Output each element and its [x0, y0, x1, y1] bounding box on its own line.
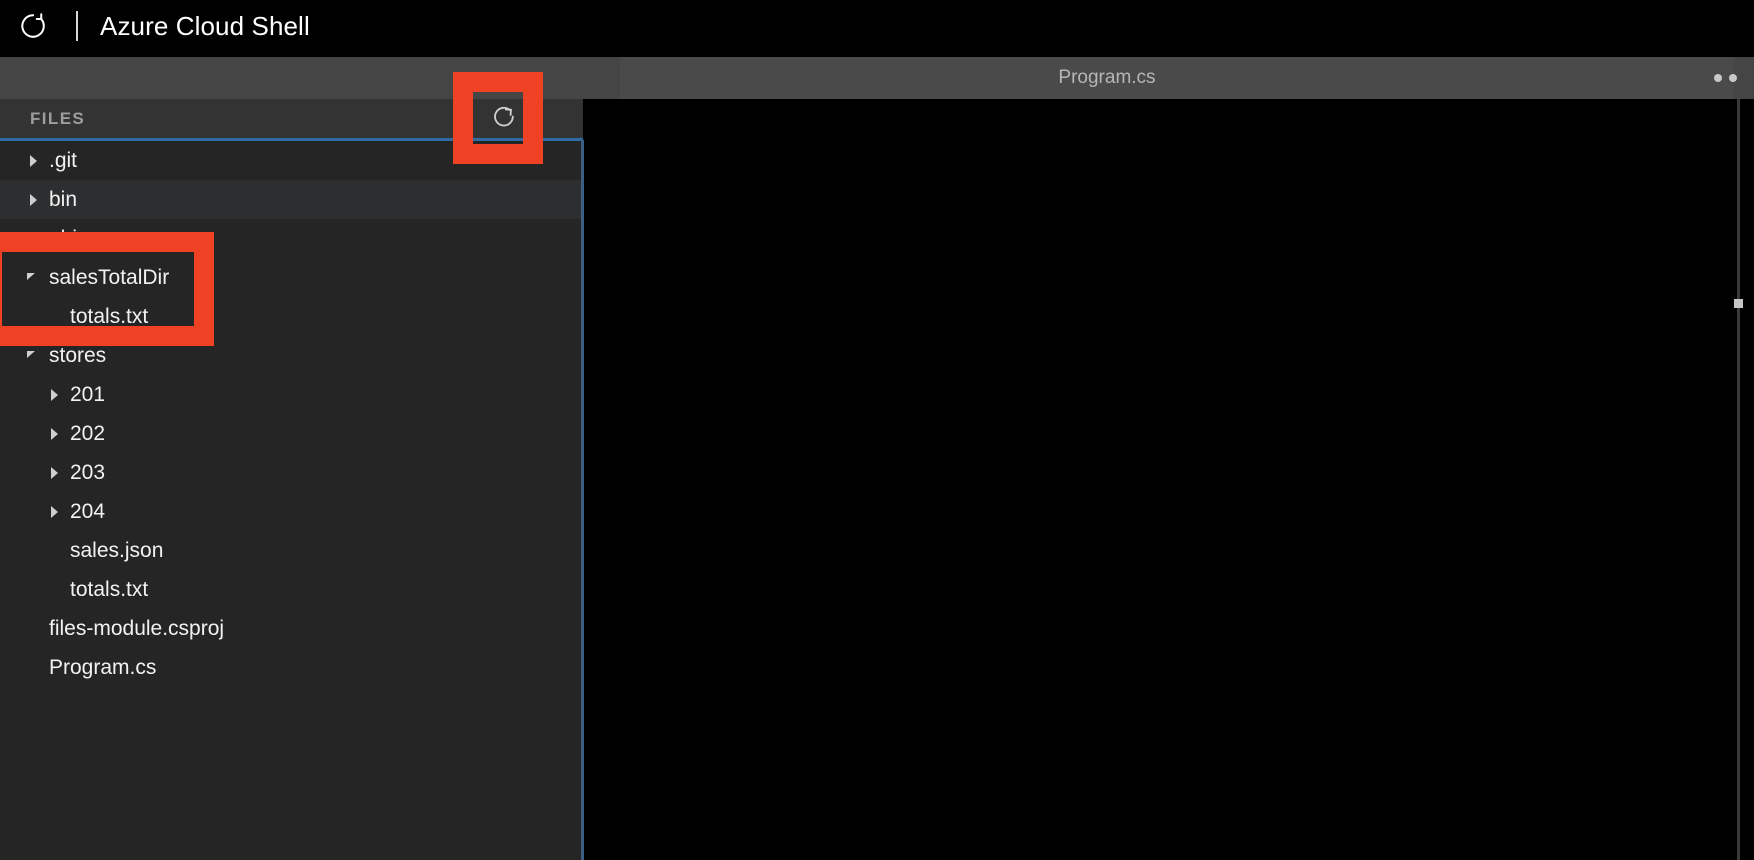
chevron-right-icon[interactable] — [27, 232, 41, 246]
title-separator — [76, 11, 78, 41]
tree-item-204[interactable]: 204 — [0, 492, 583, 531]
tree-item-label: Program.cs — [49, 655, 157, 679]
tree-item-totals-txt[interactable]: totals.txt — [0, 297, 583, 336]
tab-program-cs[interactable]: Program.cs — [620, 57, 1734, 99]
tree-item--git[interactable]: .git — [0, 141, 583, 180]
tree-item-203[interactable]: 203 — [0, 453, 583, 492]
chevron-right-icon[interactable] — [27, 193, 41, 207]
files-header: FILES — [0, 99, 583, 138]
chevron-right-icon[interactable] — [27, 154, 41, 168]
chevron-right-icon[interactable] — [48, 427, 62, 441]
tree-item-label: sales.json — [70, 538, 164, 562]
tree-item-totals-txt[interactable]: totals.txt — [0, 570, 583, 609]
ellipsis-more-icon — [1729, 74, 1737, 82]
tree-item-201[interactable]: 201 — [0, 375, 583, 414]
editor-scrollbar[interactable] — [1737, 99, 1740, 860]
tab-label: Program.cs — [1058, 67, 1156, 88]
chevron-down-icon[interactable] — [27, 349, 41, 363]
page-title: Azure Cloud Shell — [100, 10, 310, 41]
tree-item-202[interactable]: 202 — [0, 414, 583, 453]
tree-item-label: totals.txt — [70, 304, 149, 328]
tree-item-label: 202 — [70, 421, 106, 445]
editor-scroll-marker — [1734, 299, 1743, 308]
tree-item-files-module-csproj[interactable]: files-module.csproj — [0, 609, 583, 648]
file-tree: .git bin obj salesTotalDir totals.txt stores 2… — [0, 141, 583, 860]
tree-item-label: obj — [49, 226, 78, 250]
chevron-down-icon[interactable] — [27, 271, 41, 285]
ellipsis-more-icon — [1714, 74, 1722, 82]
title-bar: Azure Cloud Shell — [0, 0, 1754, 52]
files-header-label: FILES — [30, 108, 86, 128]
chevron-right-icon[interactable] — [48, 388, 62, 402]
refresh-icon — [491, 104, 517, 135]
more-actions-button[interactable] — [1714, 57, 1754, 99]
tree-item-label: bin — [49, 187, 78, 211]
tree-item-program-cs[interactable]: Program.cs — [0, 648, 583, 687]
tree-item-obj[interactable]: obj — [0, 219, 583, 258]
code-editor[interactable] — [620, 99, 1754, 860]
restart-button[interactable] — [10, 3, 56, 49]
tree-item-label: 201 — [70, 382, 106, 406]
refresh-button[interactable] — [487, 102, 521, 136]
tree-item-stores[interactable]: stores — [0, 336, 583, 375]
chevron-right-icon[interactable] — [48, 466, 62, 480]
tree-item-label: 203 — [70, 460, 106, 484]
tree-item-label: files-module.csproj — [49, 616, 225, 640]
sidebar-splitter[interactable] — [581, 140, 584, 860]
files-sidebar: FILES .git bin obj salesTotalDir totals.txt s… — [0, 99, 583, 860]
tree-item-bin[interactable]: bin — [0, 180, 583, 219]
restart-circular-arrow-icon — [18, 11, 48, 41]
tree-item-label: .git — [49, 148, 78, 172]
chevron-right-icon[interactable] — [48, 505, 62, 519]
cloud-shell-window: Azure Cloud Shell Program.cs FILES .git … — [0, 0, 1754, 860]
tree-item-label: totals.txt — [70, 577, 149, 601]
tree-item-salestotaldir[interactable]: salesTotalDir — [0, 258, 583, 297]
tree-item-sales-json[interactable]: sales.json — [0, 531, 583, 570]
tab-strip: Program.cs — [0, 57, 1754, 99]
tree-item-label: stores — [49, 343, 107, 367]
tree-item-label: 204 — [70, 499, 106, 523]
tree-item-label: salesTotalDir — [49, 265, 170, 289]
